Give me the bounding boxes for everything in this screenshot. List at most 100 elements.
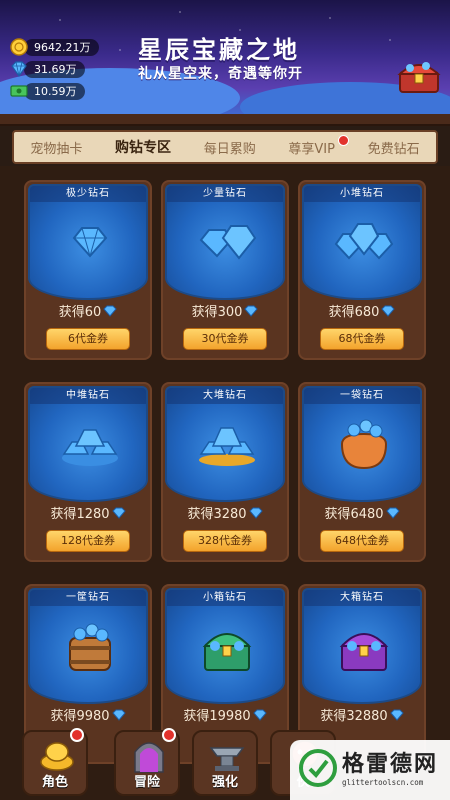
diamond-icon <box>385 507 400 519</box>
diamond-icon <box>103 305 117 317</box>
card-gain-text: 获得19980 <box>183 709 251 724</box>
card-title: 小堆钻石 <box>304 186 420 202</box>
nav-adventure[interactable]: 冒险 <box>114 728 180 796</box>
currency-diamond-value: 31.69万 <box>24 60 85 78</box>
card-gain: 获得300 <box>163 302 287 324</box>
card-gain-text: 获得60 <box>58 305 102 320</box>
diamond-pack-icon <box>334 223 394 260</box>
watermark-text: 格雷德网 <box>342 751 439 777</box>
gold-ingot-icon <box>40 742 74 771</box>
nav-upgrade[interactable]: 强化 <box>192 730 258 796</box>
tab-pet-gacha[interactable]: 宠物抽卡 <box>28 138 84 157</box>
diamond-pack-card[interactable]: 小堆钻石获得680 68代金券 <box>298 180 426 360</box>
tab-vip[interactable]: 尊享VIP <box>286 134 349 157</box>
card-artwork: 一筐钻石 <box>28 588 148 704</box>
treasure-chest-icon <box>397 62 441 93</box>
currency-cash: 10.59万 <box>10 82 85 100</box>
notification-dot <box>70 728 84 742</box>
portal-icon <box>134 742 164 773</box>
card-artwork: 中堆钻石 <box>28 386 148 502</box>
tab-label: 购钻专区 <box>115 140 172 156</box>
card-artwork: 一袋钻石 <box>302 386 422 502</box>
buy-button[interactable]: 128代金券 <box>46 530 130 552</box>
buy-button[interactable]: 328代金券 <box>183 530 267 552</box>
nav-role[interactable]: 角色 <box>22 728 88 796</box>
diamond-pack-icon <box>340 419 388 470</box>
notification-dot <box>337 134 349 146</box>
card-artwork: 大堆钻石 <box>165 386 285 502</box>
cash-icon <box>10 85 28 97</box>
card-gain-text: 获得1280 <box>50 507 110 522</box>
tab-label: 每日累购 <box>203 141 256 157</box>
diamond-icon <box>111 507 126 519</box>
buy-button[interactable]: 30代金券 <box>183 328 267 350</box>
diamond-pack-card[interactable]: 大堆钻石获得3280 328代金券 <box>161 382 289 562</box>
card-gain-text: 获得680 <box>328 305 380 320</box>
card-artwork: 小箱钻石 <box>165 588 285 704</box>
tab-label: 免费钻石 <box>367 141 420 157</box>
card-gain: 获得6480 <box>300 504 424 526</box>
card-artwork: 少量钻石 <box>165 184 285 300</box>
diamond-pack-icon <box>62 429 118 466</box>
nav-label: 冒险 <box>133 775 160 790</box>
nav-label: 角色 <box>41 775 68 790</box>
card-gain-text: 获得9980 <box>50 709 110 724</box>
watermark-url: glittertoolscn.com <box>342 778 424 787</box>
anvil-icon <box>209 747 245 771</box>
card-title: 一袋钻石 <box>304 388 420 404</box>
diamond-pack-icon <box>202 633 252 671</box>
card-gain: 获得1280 <box>26 504 150 526</box>
card-gain: 获得19980 <box>163 706 287 728</box>
tab-free-diamonds[interactable]: 免费钻石 <box>366 138 422 157</box>
currency-cash-value: 10.59万 <box>24 82 85 100</box>
card-title: 大箱钻石 <box>304 590 420 606</box>
currency-diamond: 31.69万 <box>10 60 85 78</box>
gold-coin-icon <box>10 38 28 56</box>
banner-title: 星辰宝藏之地 <box>138 36 300 64</box>
diamond-icon <box>248 507 263 519</box>
notification-dot <box>162 728 176 742</box>
top-banner: 星辰宝藏之地 礼从星空来，奇遇等你开 <box>0 0 450 118</box>
tab-label: 宠物抽卡 <box>30 141 83 157</box>
card-gain-text: 获得6480 <box>324 507 384 522</box>
diamond-pack-card[interactable]: 中堆钻石获得1280 128代金券 <box>24 382 152 562</box>
card-title: 一筐钻石 <box>30 590 146 606</box>
card-gain-text: 获得3280 <box>187 507 247 522</box>
buy-button[interactable]: 648代金券 <box>320 530 404 552</box>
card-gain-text: 获得32880 <box>320 709 388 724</box>
tab-bar: 宠物抽卡 购钻专区 每日累购 尊享VIP 免费钻石 <box>12 130 438 164</box>
card-gain: 获得3280 <box>163 504 287 526</box>
tab-diamond-shop[interactable]: 购钻专区 <box>113 137 173 157</box>
diamond-icon <box>111 709 126 721</box>
card-artwork: 小堆钻石 <box>302 184 422 300</box>
diamond-pack-icon <box>69 623 111 671</box>
diamond-icon <box>252 709 267 721</box>
card-gain: 获得32880 <box>300 706 424 728</box>
diamond-pack-icon <box>72 227 108 258</box>
buy-button[interactable]: 68代金券 <box>320 328 404 350</box>
card-title: 极少钻石 <box>30 186 146 202</box>
diamond-pack-icon <box>339 633 389 671</box>
watermark-logo-icon <box>299 749 337 787</box>
site-watermark: 格雷德网 glittertoolscn.com <box>290 740 450 800</box>
card-title: 大堆钻石 <box>167 388 283 404</box>
nav-label: 强化 <box>211 775 238 790</box>
card-title: 小箱钻石 <box>167 590 283 606</box>
currency-gold-value: 9642.21万 <box>24 38 99 56</box>
tab-label: 尊享VIP <box>288 141 335 157</box>
diamond-pack-card[interactable]: 一袋钻石获得6480 648代金券 <box>298 382 426 562</box>
diamond-pack-card[interactable]: 少量钻石获得300 30代金券 <box>161 180 289 360</box>
buy-button[interactable]: 6代金券 <box>46 328 130 350</box>
card-title: 少量钻石 <box>167 186 283 202</box>
card-title: 中堆钻石 <box>30 388 146 404</box>
diamond-icon <box>11 61 27 78</box>
diamond-pack-icon <box>199 427 255 466</box>
card-gain: 获得680 <box>300 302 424 324</box>
card-artwork: 大箱钻石 <box>302 588 422 704</box>
card-artwork: 极少钻石 <box>28 184 148 300</box>
diamond-icon <box>244 305 259 317</box>
currency-gold: 9642.21万 <box>10 38 99 56</box>
tab-daily-purchase[interactable]: 每日累购 <box>202 138 258 157</box>
card-gain: 获得9980 <box>26 706 150 728</box>
diamond-pack-card[interactable]: 极少钻石获得60 6代金券 <box>24 180 152 360</box>
